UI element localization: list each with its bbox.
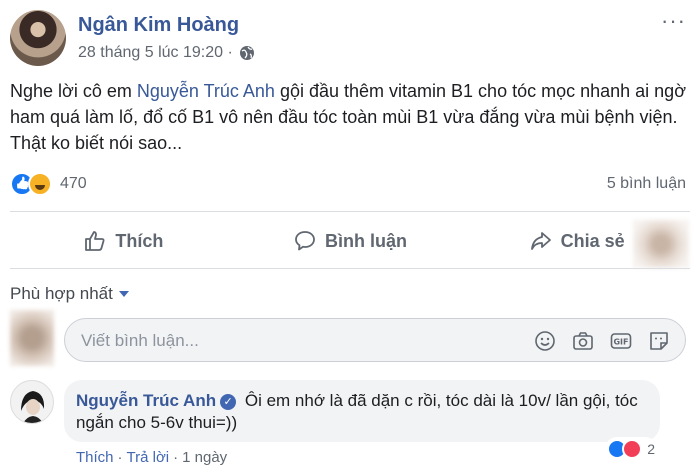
comment-composer[interactable]: GIF [64,318,686,362]
comment-like-link[interactable]: Thích [76,449,114,466]
comment-bubble: Nguyễn Trúc Anh ✓ Ôi em nhớ là đã dặn c r… [64,380,660,442]
current-user-avatar [10,310,54,366]
love-reaction-icon [622,439,643,459]
globe-icon [239,46,254,60]
verified-icon: ✓ [220,393,237,410]
like-icon [85,231,105,251]
comment-sort-dropdown[interactable]: Phù hợp nhất [10,284,129,304]
like-button[interactable]: Thích [10,216,237,266]
comment-reply-link[interactable]: Trả lời [127,449,170,466]
comment-reactions[interactable]: 2 [605,437,657,461]
post-reactions[interactable]: 470 [10,170,87,198]
caret-down-icon [118,291,129,297]
haha-reaction-icon [28,172,52,196]
comment-count-link[interactable]: 5 bình luận [607,175,686,193]
post-action-bar: Thích Bình luận Chia sẻ [10,216,690,266]
comment-reaction-count: 2 [647,441,655,457]
divider [10,268,690,269]
separator: · [173,449,179,466]
comment-age[interactable]: 1 ngày [182,449,227,466]
emoji-icon[interactable] [533,329,557,353]
commenter-name[interactable]: Nguyễn Trúc Anh [76,391,216,410]
comment-actions: Thích · Trả lời · 1 ngày [76,449,227,466]
post-mention-link[interactable]: Nguyễn Trúc Anh [137,81,275,101]
svg-text:GIF: GIF [613,338,628,347]
share-icon [530,232,551,250]
comment-input[interactable] [81,329,461,353]
divider [10,211,690,212]
like-label: Thích [115,230,164,251]
camera-icon[interactable] [571,329,595,353]
post-text: Nghe lời cô em Nguyễn Trúc Anh gội đầu t… [10,78,690,156]
separator: · [117,449,123,466]
comment-button[interactable]: Bình luận [237,216,464,266]
comment-icon [295,231,315,251]
post-meta: 28 tháng 5 lúc 19:20 · [78,44,255,62]
composer-icons: GIF [533,329,671,353]
blurred-profile-thumbnail[interactable] [633,220,689,268]
gif-icon[interactable]: GIF [609,329,633,353]
post-timestamp[interactable]: 28 tháng 5 lúc 19:20 · [78,44,233,62]
commenter-avatar[interactable] [10,380,54,424]
post-text-before: Nghe lời cô em [10,81,137,101]
sticker-icon[interactable] [647,329,671,353]
comment-label: Bình luận [325,230,407,251]
more-options-button[interactable]: ··· [661,8,686,34]
post-header: Ngân Kim Hoàng 28 tháng 5 lúc 19:20 · ··… [10,6,690,66]
sort-label: Phù hợp nhất [10,284,113,303]
share-label: Chia sẻ [560,230,625,251]
author-avatar[interactable] [10,10,66,66]
post-author-name[interactable]: Ngân Kim Hoàng [78,14,239,37]
reaction-count[interactable]: 470 [60,175,87,193]
